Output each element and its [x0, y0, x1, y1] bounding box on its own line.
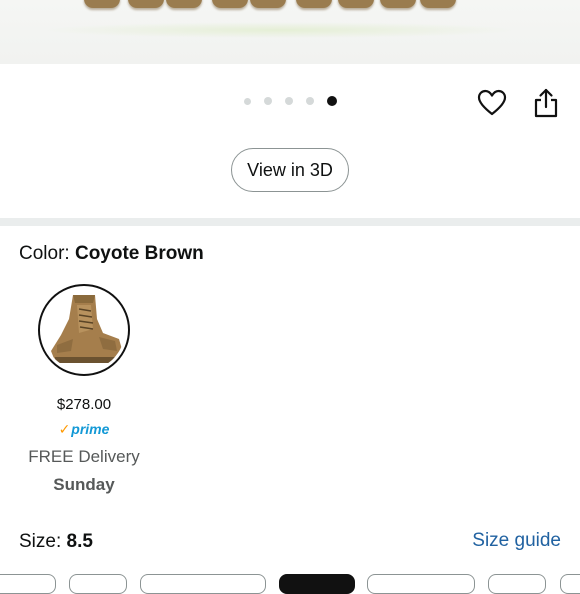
- swatch-price: $278.00: [56, 396, 112, 413]
- section-divider: [0, 218, 580, 226]
- size-guide-link[interactable]: Size guide: [472, 530, 561, 552]
- boot-sole-lug: [296, 0, 332, 8]
- prime-badge: ✓prime: [0, 421, 168, 438]
- boot-sole-lug: [84, 0, 120, 8]
- size-selection-heading: Size: 8.5: [19, 531, 93, 553]
- size-label: Size:: [19, 531, 67, 552]
- delivery-day: Sunday: [53, 475, 115, 494]
- heart-icon: [477, 89, 507, 116]
- delivery-info: FREE Delivery: [28, 447, 140, 466]
- boot-sole-lug: [420, 0, 456, 8]
- boot-sole-lug: [212, 0, 248, 8]
- boot-sole-lug: [250, 0, 286, 8]
- share-icon: [534, 88, 558, 118]
- share-button[interactable]: [532, 88, 560, 118]
- boot-sole-lug: [338, 0, 374, 8]
- product-image-carousel[interactable]: [0, 0, 580, 64]
- size-option[interactable]: [367, 574, 475, 594]
- carousel-page-indicator[interactable]: [244, 96, 350, 106]
- size-option[interactable]: [0, 574, 56, 594]
- image-background-glow: [40, 22, 520, 38]
- view-in-3d-label: View in 3D: [247, 159, 333, 180]
- prime-label: prime: [71, 421, 110, 437]
- color-selection-heading: Color: Coyote Brown: [19, 243, 204, 265]
- carousel-dot[interactable]: [244, 98, 251, 105]
- boot-sole-lug: [380, 0, 416, 8]
- size-option-selected[interactable]: [279, 574, 355, 594]
- color-value: Coyote Brown: [74, 243, 204, 264]
- prime-check-icon: ✓: [58, 421, 71, 437]
- size-value: 8.5: [66, 531, 93, 552]
- view-in-3d-button[interactable]: View in 3D: [231, 148, 349, 192]
- coyote-brown-boot-thumbnail-icon: [43, 289, 125, 371]
- size-option[interactable]: [560, 574, 580, 594]
- boot-sole-lug: [128, 0, 164, 8]
- size-option[interactable]: [488, 574, 546, 594]
- carousel-dot[interactable]: [306, 97, 314, 105]
- color-label: Color:: [19, 243, 75, 264]
- size-option[interactable]: [140, 574, 266, 594]
- boot-sole-lug: [166, 0, 202, 8]
- color-swatch-coyote-brown[interactable]: [38, 284, 130, 376]
- wishlist-button[interactable]: [477, 88, 507, 118]
- carousel-dot-active[interactable]: [327, 96, 337, 106]
- size-option[interactable]: [69, 574, 127, 594]
- carousel-dot[interactable]: [264, 97, 272, 105]
- carousel-dot[interactable]: [285, 97, 293, 105]
